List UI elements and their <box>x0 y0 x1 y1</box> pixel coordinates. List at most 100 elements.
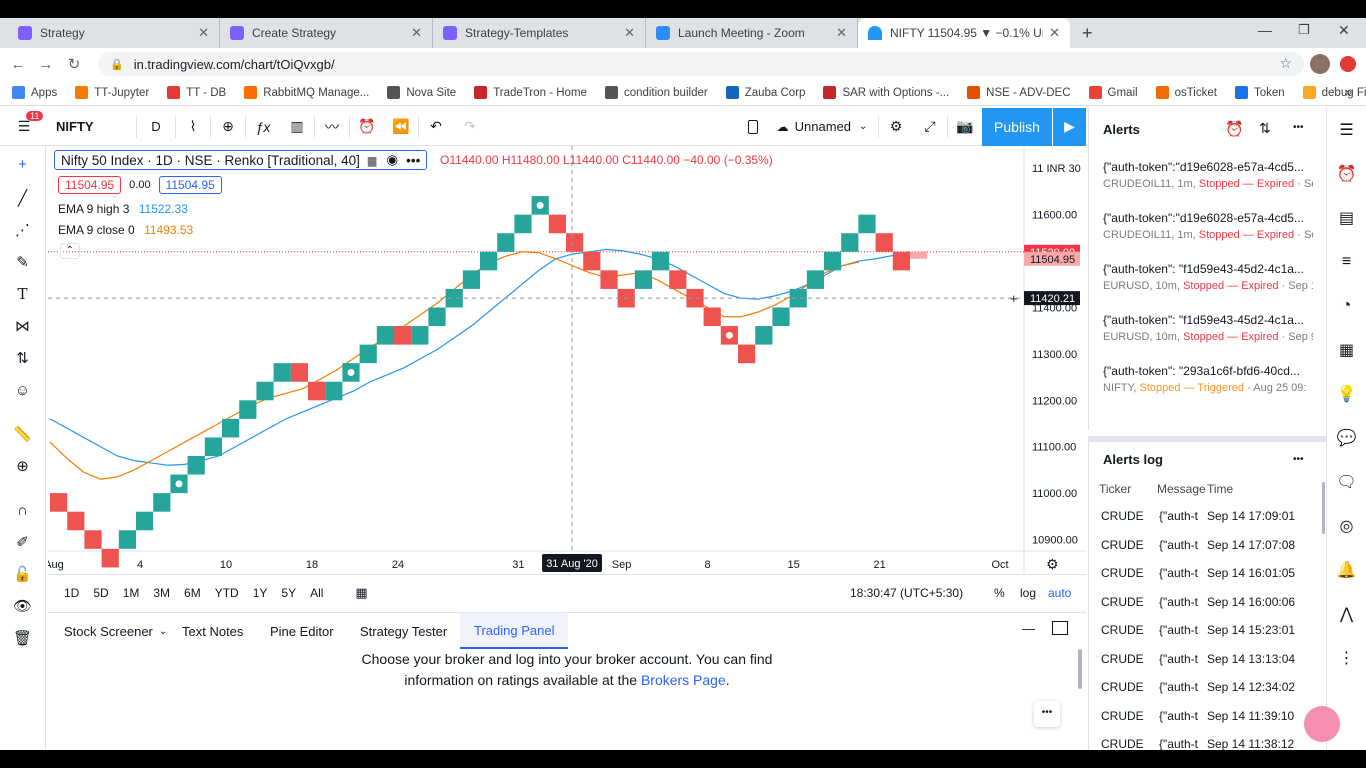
messages-icon[interactable]: 🗨 <box>1327 460 1366 504</box>
bookmark-item[interactable]: osTicket <box>1155 86 1217 99</box>
alert-clock-icon[interactable]: ⏰ <box>350 108 384 146</box>
browser-tab-strategy[interactable]: Strategy ✕ <box>8 18 220 48</box>
fullscreen-rect-icon[interactable] <box>740 108 766 146</box>
forward-arrow-icon[interactable]: → <box>32 56 60 73</box>
log-scale-toggle[interactable]: log <box>1020 586 1036 600</box>
indicators-fx-icon[interactable]: ƒx <box>246 108 280 146</box>
brush-icon[interactable]: ✎ <box>0 246 45 278</box>
close-icon[interactable]: ✕ <box>411 25 422 41</box>
tab-stock-screener[interactable]: Stock Screener ⌄ <box>64 613 167 649</box>
trend-line-icon[interactable]: ╱ <box>0 182 45 214</box>
ruler-icon[interactable]: 📏 <box>0 418 45 450</box>
visibility-eye-icon[interactable]: 👁 <box>0 590 45 622</box>
trash-icon[interactable]: 🗑 <box>0 622 45 654</box>
minimize-window-icon[interactable]: — <box>1258 22 1272 38</box>
bookmark-item[interactable]: Gmail <box>1088 86 1138 99</box>
browser-tab-strategy-templates[interactable]: Strategy-Templates ✕ <box>433 18 646 48</box>
renko-chart[interactable]: 11 INR 3011600.0011500.0011400.0011300.0… <box>48 146 1086 610</box>
alerts-clock-icon[interactable]: ⏰ <box>1327 152 1366 196</box>
more-dots-icon[interactable]: ••• <box>406 153 420 168</box>
tab-strategy-tester[interactable]: Strategy Tester <box>360 613 447 649</box>
settings-gear-icon[interactable]: ⚙ <box>879 108 913 146</box>
axis-settings-gear-icon[interactable]: ⚙ <box>1046 556 1059 572</box>
alert-item[interactable]: {"auth-token": "293a1c6f-bfd6-40cd... NIF… <box>1103 364 1313 394</box>
tab-text-notes[interactable]: Text Notes <box>182 613 243 649</box>
table-row[interactable]: CRUDE {"auth-t Sep 14 15:23:01 <box>1089 616 1327 644</box>
bookmark-item[interactable]: Nova Site <box>387 86 456 99</box>
timeframe-button[interactable]: 1M <box>123 586 140 600</box>
percent-scale-toggle[interactable]: % <box>994 586 1005 600</box>
layout-name-button[interactable]: ☁ Unnamed ⌄ <box>766 108 878 146</box>
timeframe-button[interactable]: 3M <box>153 586 170 600</box>
sell-price-button[interactable]: 11504.95 <box>58 176 122 194</box>
bookmark-item[interactable]: TT-Jupyter <box>75 86 149 99</box>
add-order-plus-icon[interactable]: + <box>1010 291 1018 306</box>
prediction-icon[interactable]: ⇅ <box>0 342 45 374</box>
timeframe-button[interactable]: All <box>310 586 323 600</box>
timeframe-button[interactable]: 5Y <box>281 586 296 600</box>
hotlist-icon[interactable]: ◔ <box>1327 284 1366 328</box>
sort-icon[interactable]: ⇅ <box>1259 120 1271 137</box>
brokers-page-link[interactable]: Brokers Page <box>641 672 726 688</box>
table-row[interactable]: CRUDE {"auth-t Sep 14 13:13:04 <box>1089 645 1327 673</box>
chart-pane[interactable]: 11 INR 3011600.0011500.0011400.0011300.0… <box>48 146 1086 610</box>
timeframe-button[interactable]: 1D <box>64 586 79 600</box>
watchlist-icon[interactable]: ☰ <box>1327 108 1366 152</box>
close-icon[interactable]: ✕ <box>198 25 209 41</box>
lock-icon[interactable]: 🔓 <box>0 558 45 590</box>
bookmark-star-icon[interactable]: ☆ <box>1279 55 1292 72</box>
emoji-icon[interactable]: ☺ <box>0 374 45 406</box>
lock-drawings-icon[interactable]: ✐ <box>0 526 45 558</box>
bookmark-item[interactable]: debug File <box>1302 86 1366 99</box>
bookmark-item[interactable]: NSE - ADV-DEC <box>967 86 1071 99</box>
alert-item[interactable]: {"auth-token": "f1d59e43-45d2-4c1a... EUR… <box>1103 262 1313 292</box>
chart-type-icon[interactable]: ⌇ <box>176 108 210 146</box>
restore-window-icon[interactable]: ❐ <box>1298 22 1310 38</box>
bookmark-item[interactable]: SAR with Options -... <box>823 86 949 99</box>
crosshair-icon[interactable]: + <box>0 146 45 182</box>
compare-add-icon[interactable]: ⊕ <box>211 108 245 146</box>
timeframe-button[interactable]: 6M <box>184 586 201 600</box>
bookmark-item[interactable]: Zauba Corp <box>725 86 805 99</box>
camera-icon[interactable]: 📷 <box>948 108 982 146</box>
new-tab-icon[interactable]: + <box>1082 23 1093 44</box>
bookmark-item[interactable]: RabbitMQ Manage... <box>244 86 369 99</box>
notifications-bell-icon[interactable]: 🔔 <box>1327 548 1366 592</box>
zoom-in-icon[interactable]: ⊕ <box>0 450 45 482</box>
interval-button[interactable]: D <box>137 108 175 146</box>
table-row[interactable]: CRUDE {"auth-t Sep 14 12:34:02 <box>1089 673 1327 701</box>
timeframe-button[interactable]: 5D <box>93 586 108 600</box>
collapse-legend-chevron-up-icon[interactable]: ⌃ <box>60 243 80 259</box>
undo-icon[interactable]: ↶ <box>419 108 453 146</box>
table-row[interactable]: CRUDE {"auth-t Sep 14 16:00:06 <box>1089 588 1327 616</box>
table-row[interactable]: CRUDE {"auth-t Sep 14 16:01:05 <box>1089 559 1327 587</box>
profile-avatar[interactable] <box>1310 54 1330 74</box>
publish-button[interactable]: Publish <box>982 107 1052 146</box>
minimize-panel-icon[interactable]: — <box>1022 621 1035 636</box>
timeframe-button[interactable]: YTD <box>215 586 239 600</box>
alert-item[interactable]: {"auth-token":"d19e6028-e57a-4cd5... CRUD… <box>1103 160 1313 190</box>
tab-trading-panel[interactable]: Trading Panel <box>460 613 569 649</box>
eye-icon[interactable]: ◉ <box>386 152 398 168</box>
table-row[interactable]: CRUDE {"auth-t Sep 14 17:09:01 <box>1089 502 1327 530</box>
buy-price-button[interactable]: 11504.95 <box>158 176 222 194</box>
alert-item[interactable]: {"auth-token": "f1d59e43-45d2-4c1a... EUR… <box>1103 313 1313 343</box>
bookmark-item[interactable]: condition builder <box>604 86 708 99</box>
redo-icon[interactable]: ↷ <box>453 108 487 146</box>
url-input[interactable]: 🔒 in.tradingview.com/chart/tOiQvxgb/ ☆ <box>98 52 1304 76</box>
close-window-icon[interactable]: ✕ <box>1338 22 1350 39</box>
maximize-panel-icon[interactable] <box>1052 621 1068 635</box>
pattern-icon[interactable]: ⋈ <box>0 310 45 342</box>
fullscreen-icon[interactable]: ⤢ <box>913 108 947 146</box>
menu-hamburger-icon[interactable]: ☰ 11 <box>0 108 48 146</box>
alert-item[interactable]: {"auth-token":"d19e6028-e57a-4cd5... CRUD… <box>1103 211 1313 241</box>
news-icon[interactable]: ▤ <box>1327 196 1366 240</box>
chat-icon[interactable]: 💬 <box>1327 416 1366 460</box>
replay-icon[interactable]: ⏪ <box>384 108 418 146</box>
date-range-calendar-icon[interactable]: ▦ <box>355 585 367 601</box>
templates-icon[interactable]: ▥ <box>280 108 314 146</box>
ema-close-legend[interactable]: EMA 9 close 0 11493.53 <box>58 223 193 237</box>
browser-tab-create-strategy[interactable]: Create Strategy ✕ <box>220 18 433 48</box>
bookmark-item[interactable]: Token <box>1234 86 1285 99</box>
timeframe-button[interactable]: 1Y <box>253 586 268 600</box>
